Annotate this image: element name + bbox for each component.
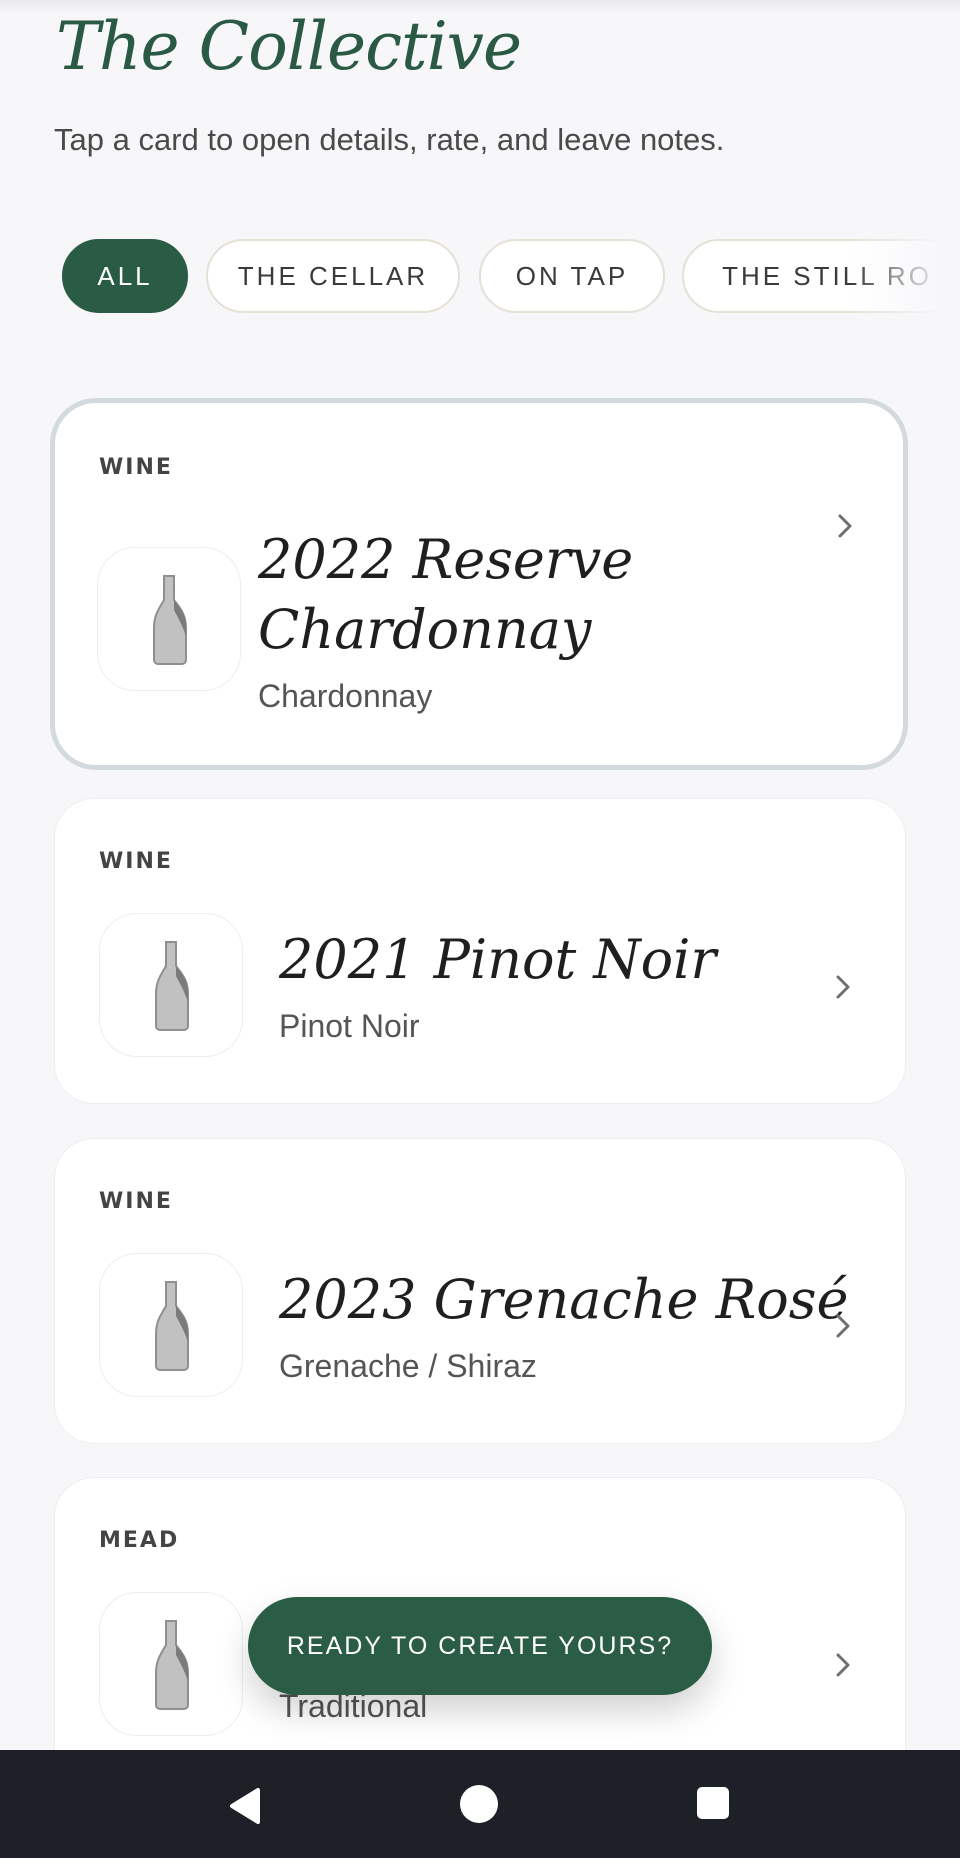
back-triangle-icon[interactable]: [226, 1786, 264, 1826]
filter-chip-row: ALL THE CELLAR ON TAP THE STILL RO: [62, 239, 960, 317]
page-subtitle: Tap a card to open details, rate, and le…: [54, 122, 725, 157]
wine-bottle-icon: [153, 575, 187, 665]
drink-card-reserve-chardonnay[interactable]: WINE 2022 Reserve Chardonnay Chardonnay: [50, 398, 908, 770]
page-title: The Collective: [56, 8, 522, 85]
card-category: MEAD: [99, 1528, 180, 1553]
wine-bottle-icon: [155, 1281, 189, 1371]
wine-bottle-icon: [155, 1620, 189, 1710]
chevron-right-icon: [836, 975, 850, 999]
card-name-line-2: Chardonnay: [258, 598, 592, 661]
card-category: WINE: [99, 849, 173, 874]
recents-square-icon[interactable]: [696, 1786, 730, 1820]
card-variety: Pinot Noir: [279, 1008, 420, 1044]
card-variety: Grenache / Shiraz: [279, 1348, 537, 1384]
system-navigation-bar: [0, 1750, 960, 1858]
home-circle-icon[interactable]: [459, 1784, 499, 1824]
wine-bottle-icon: [155, 941, 189, 1031]
card-thumbnail: [97, 547, 241, 691]
chevron-right-icon: [836, 1653, 850, 1677]
chevron-right-icon: [838, 514, 852, 538]
drink-card-pinot-noir[interactable]: WINE 2021 Pinot Noir Pinot Noir: [54, 798, 906, 1104]
chip-row-fade: [850, 239, 960, 317]
filter-chip-on-tap[interactable]: ON TAP: [479, 239, 665, 313]
chevron-right-icon: [836, 1314, 850, 1338]
card-category: WINE: [99, 455, 173, 480]
card-category: WINE: [99, 1189, 173, 1214]
create-yours-button[interactable]: READY TO CREATE YOURS?: [248, 1597, 712, 1695]
card-variety: Chardonnay: [258, 678, 433, 714]
card-thumbnail: [99, 913, 243, 1057]
card-name-line-1: 2022 Reserve: [258, 528, 634, 591]
card-name: 2021 Pinot Noir: [279, 928, 717, 991]
card-thumbnail: [99, 1253, 243, 1397]
filter-chip-the-cellar[interactable]: THE CELLAR: [206, 239, 460, 313]
card-name: 2023 Grenache Rosé: [279, 1268, 849, 1331]
card-thumbnail: [99, 1592, 243, 1736]
filter-chip-all[interactable]: ALL: [62, 239, 188, 313]
drink-card-grenache-rose[interactable]: WINE 2023 Grenache Rosé Grenache / Shira…: [54, 1138, 906, 1444]
